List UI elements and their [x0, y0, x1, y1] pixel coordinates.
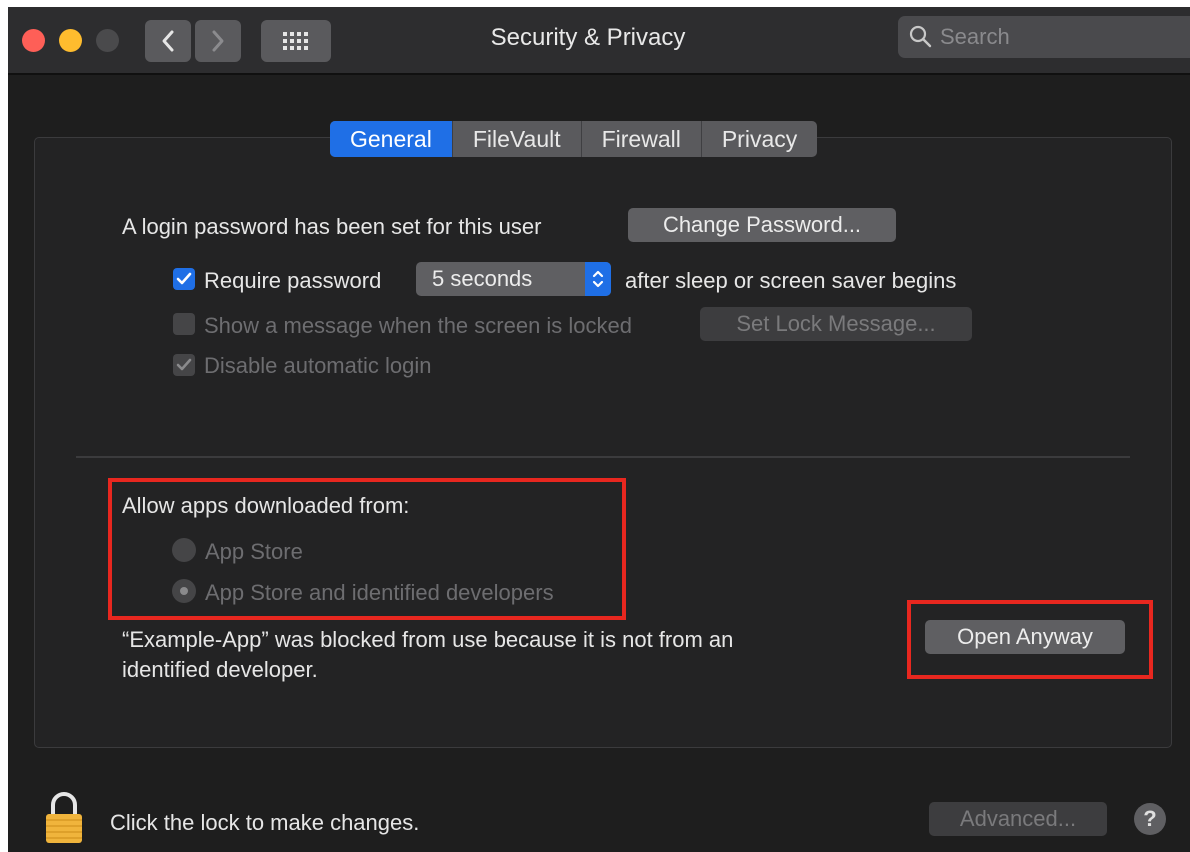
search-icon: [909, 25, 932, 48]
zoom-window-button[interactable]: [96, 29, 119, 52]
advanced-button[interactable]: Advanced...: [929, 802, 1107, 836]
show-all-button[interactable]: [261, 20, 331, 62]
forward-button[interactable]: [195, 20, 241, 62]
checkmark-icon: [176, 272, 192, 285]
section-divider: [76, 456, 1130, 458]
blocked-message-line1: “Example-App” was blocked from use becau…: [122, 627, 734, 652]
tab-firewall[interactable]: Firewall: [582, 121, 702, 157]
require-password-checkbox[interactable]: [173, 268, 195, 290]
chevron-right-icon: [212, 30, 224, 52]
close-window-button[interactable]: [22, 29, 45, 52]
window-title: Security & Privacy: [490, 24, 686, 51]
search-placeholder: Search: [940, 24, 1010, 49]
tab-bar: General FileVault Firewall Privacy: [330, 121, 818, 157]
password-delay-value: 5 seconds: [432, 266, 533, 291]
after-sleep-text: after sleep or screen saver begins: [625, 268, 957, 293]
chevron-left-icon: [162, 30, 174, 52]
set-lock-message-button[interactable]: Set Lock Message...: [700, 307, 972, 341]
lock-text: Click the lock to make changes.: [110, 810, 420, 835]
show-message-label: Show a message when the screen is locked: [204, 313, 633, 338]
help-button[interactable]: ?: [1134, 803, 1166, 835]
lock-icon[interactable]: [44, 791, 84, 845]
grid-icon: [283, 32, 308, 50]
highlight-allow-apps: [108, 478, 626, 620]
checkmark-icon: [176, 358, 192, 371]
title-bar: Security & Privacy Search: [8, 7, 1190, 75]
tab-privacy[interactable]: Privacy: [702, 121, 817, 157]
blocked-message-line2: identified developer.: [122, 657, 318, 682]
back-button[interactable]: [145, 20, 191, 62]
require-password-label: Require password: [204, 268, 382, 293]
updown-chevron-icon: [585, 262, 611, 296]
tab-general[interactable]: General: [330, 121, 453, 157]
highlight-open-anyway: [907, 600, 1153, 679]
security-privacy-window: Security & Privacy Search General FileVa…: [8, 7, 1190, 852]
disable-auto-login-label: Disable automatic login: [204, 353, 432, 378]
tab-filevault[interactable]: FileVault: [453, 121, 582, 157]
password-delay-select[interactable]: 5 seconds: [416, 262, 611, 296]
disable-auto-login-checkbox[interactable]: [173, 354, 195, 376]
minimize-window-button[interactable]: [59, 29, 82, 52]
search-field[interactable]: Search: [898, 16, 1190, 58]
login-password-text: A login password has been set for this u…: [122, 214, 542, 239]
show-message-checkbox[interactable]: [173, 313, 195, 335]
change-password-button[interactable]: Change Password...: [628, 208, 896, 242]
